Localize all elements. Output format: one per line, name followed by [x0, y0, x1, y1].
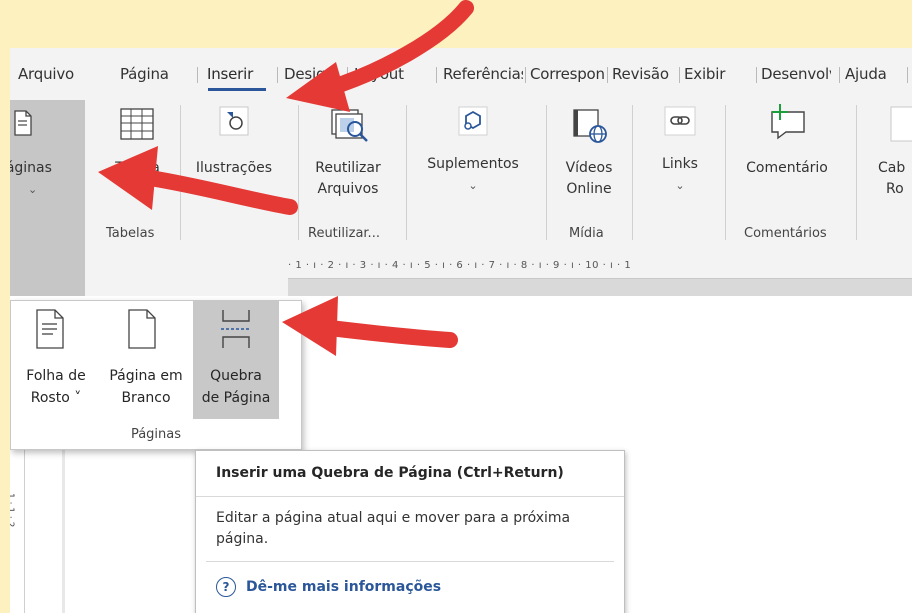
annotation-arrows [98, 0, 474, 356]
arrow-icon [98, 146, 298, 215]
arrow-icon [282, 296, 458, 356]
arrow-icon [286, 0, 474, 112]
